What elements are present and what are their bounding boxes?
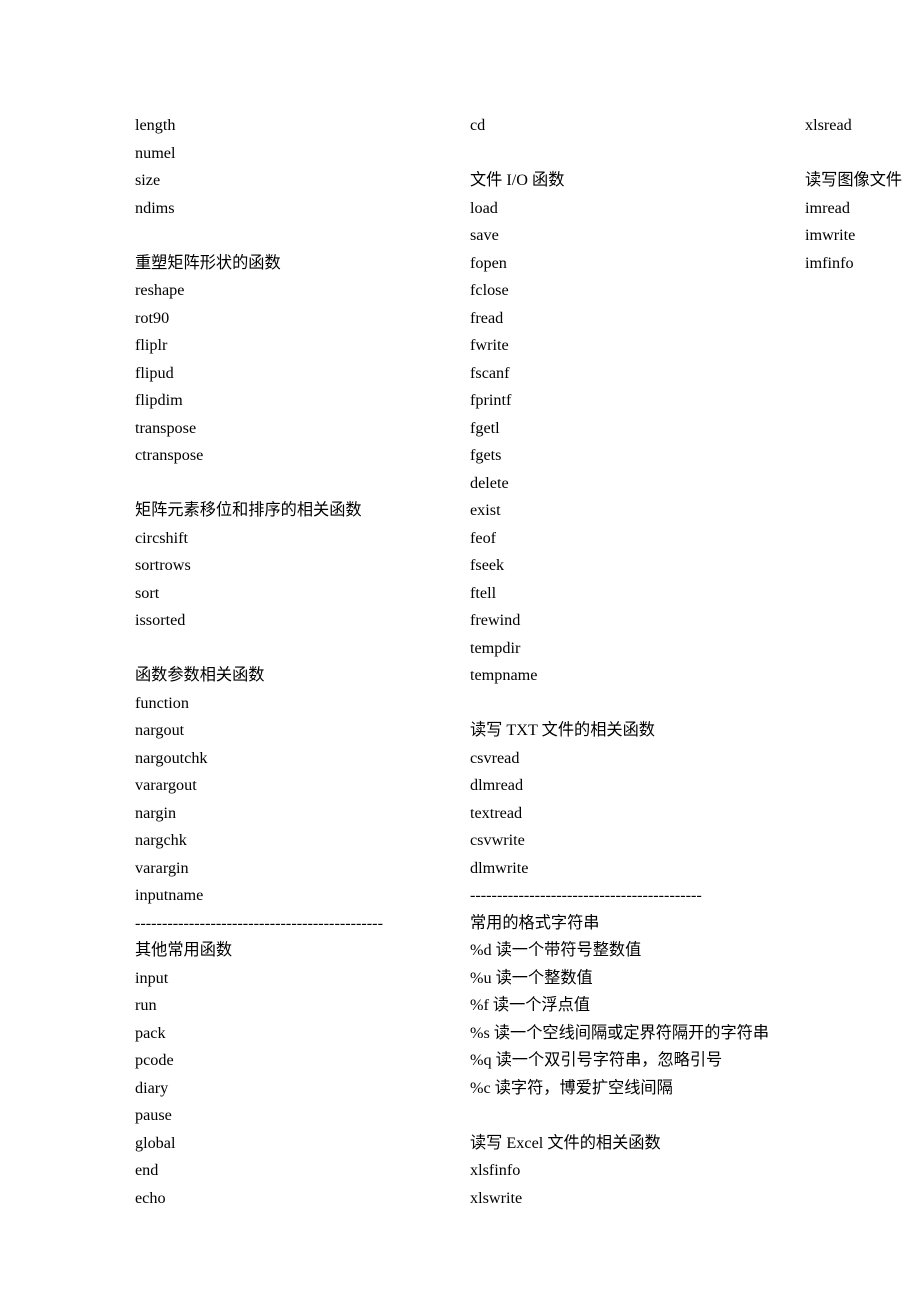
text-line: fgetl [470,415,785,443]
text-line: fclose [470,277,785,305]
text-line: ctranspose [135,442,450,470]
text-line: nargin [135,800,450,828]
text-line: 文件 I/O 函数 [470,167,785,195]
text-line: sortrows [135,552,450,580]
text-line: 常用的格式字符串 [470,910,785,938]
text-line: 读写 TXT 文件的相关函数 [470,717,785,745]
text-line: tempdir [470,635,785,663]
text-line: %c 读字符，博爱扩空线间隔 [470,1075,785,1103]
text-line: reshape [135,277,450,305]
text-line: issorted [135,607,450,635]
text-line: csvread [470,745,785,773]
text-line: inputname [135,882,450,910]
text-line: tempname [470,662,785,690]
text-line: fscanf [470,360,785,388]
text-line: pause [135,1102,450,1130]
text-line: diary [135,1075,450,1103]
text-line: 重塑矩阵形状的函数 [135,250,450,278]
blank-line [470,690,785,718]
text-line: csvwrite [470,827,785,855]
text-line: fwrite [470,332,785,360]
text-line: load [470,195,785,223]
text-line: transpose [135,415,450,443]
text-line: fprintf [470,387,785,415]
document-page: lengthnumelsizendims 重塑矩阵形状的函数reshaperot9… [0,0,920,1302]
text-line: 读写 Excel 文件的相关函数 [470,1130,785,1158]
text-line: size [135,167,450,195]
text-line: %q 读一个双引号字符串，忽略引号 [470,1047,785,1075]
text-line: pack [135,1020,450,1048]
text-line: varargin [135,855,450,883]
text-line: length [135,112,450,140]
text-line: cd [470,112,785,140]
text-line: ftell [470,580,785,608]
text-line: 读写图像文件 [805,167,920,195]
two-column-content: lengthnumelsizendims 重塑矩阵形状的函数reshaperot9… [135,112,785,1232]
text-line: echo [135,1185,450,1213]
text-line: %s 读一个空线间隔或定界符隔开的字符串 [470,1020,785,1048]
text-line: xlsfinfo [470,1157,785,1185]
text-line: imwrite [805,222,920,250]
text-line: fopen [470,250,785,278]
blank-line [135,635,450,663]
blank-line [135,470,450,498]
text-line: nargchk [135,827,450,855]
text-line: global [135,1130,450,1158]
text-line: textread [470,800,785,828]
text-line: dlmwrite [470,855,785,883]
text-line: run [135,992,450,1020]
text-line: exist [470,497,785,525]
text-line: xlswrite [470,1185,785,1213]
text-line: 函数参数相关函数 [135,662,450,690]
blank-line [470,140,785,168]
text-line: numel [135,140,450,168]
text-line: dlmread [470,772,785,800]
text-line: fliplr [135,332,450,360]
text-line: imfinfo [805,250,920,278]
text-line: xlsread [805,112,920,140]
text-line: nargout [135,717,450,745]
text-line: ndims [135,195,450,223]
text-line: fread [470,305,785,333]
text-line: end [135,1157,450,1185]
text-line: %f 读一个浮点值 [470,992,785,1020]
text-line: fseek [470,552,785,580]
text-line: 矩阵元素移位和排序的相关函数 [135,497,450,525]
text-line: pcode [135,1047,450,1075]
text-line: imread [805,195,920,223]
text-line: delete [470,470,785,498]
text-line: feof [470,525,785,553]
text-line: function [135,690,450,718]
text-line: 其他常用函数 [135,937,450,965]
text-line: rot90 [135,305,450,333]
blank-line [805,140,920,168]
text-line: %d 读一个带符号整数值 [470,937,785,965]
text-line: circshift [135,525,450,553]
blank-line [135,222,450,250]
text-line: ----------------------------------------… [135,910,450,938]
text-line: frewind [470,607,785,635]
blank-line [470,1102,785,1130]
text-line: %u 读一个整数值 [470,965,785,993]
text-line: save [470,222,785,250]
text-line: flipud [135,360,450,388]
text-line: nargoutchk [135,745,450,773]
text-line: input [135,965,450,993]
text-line: fgets [470,442,785,470]
text-line: varargout [135,772,450,800]
text-line: flipdim [135,387,450,415]
text-line: ----------------------------------------… [470,882,785,910]
text-line: sort [135,580,450,608]
